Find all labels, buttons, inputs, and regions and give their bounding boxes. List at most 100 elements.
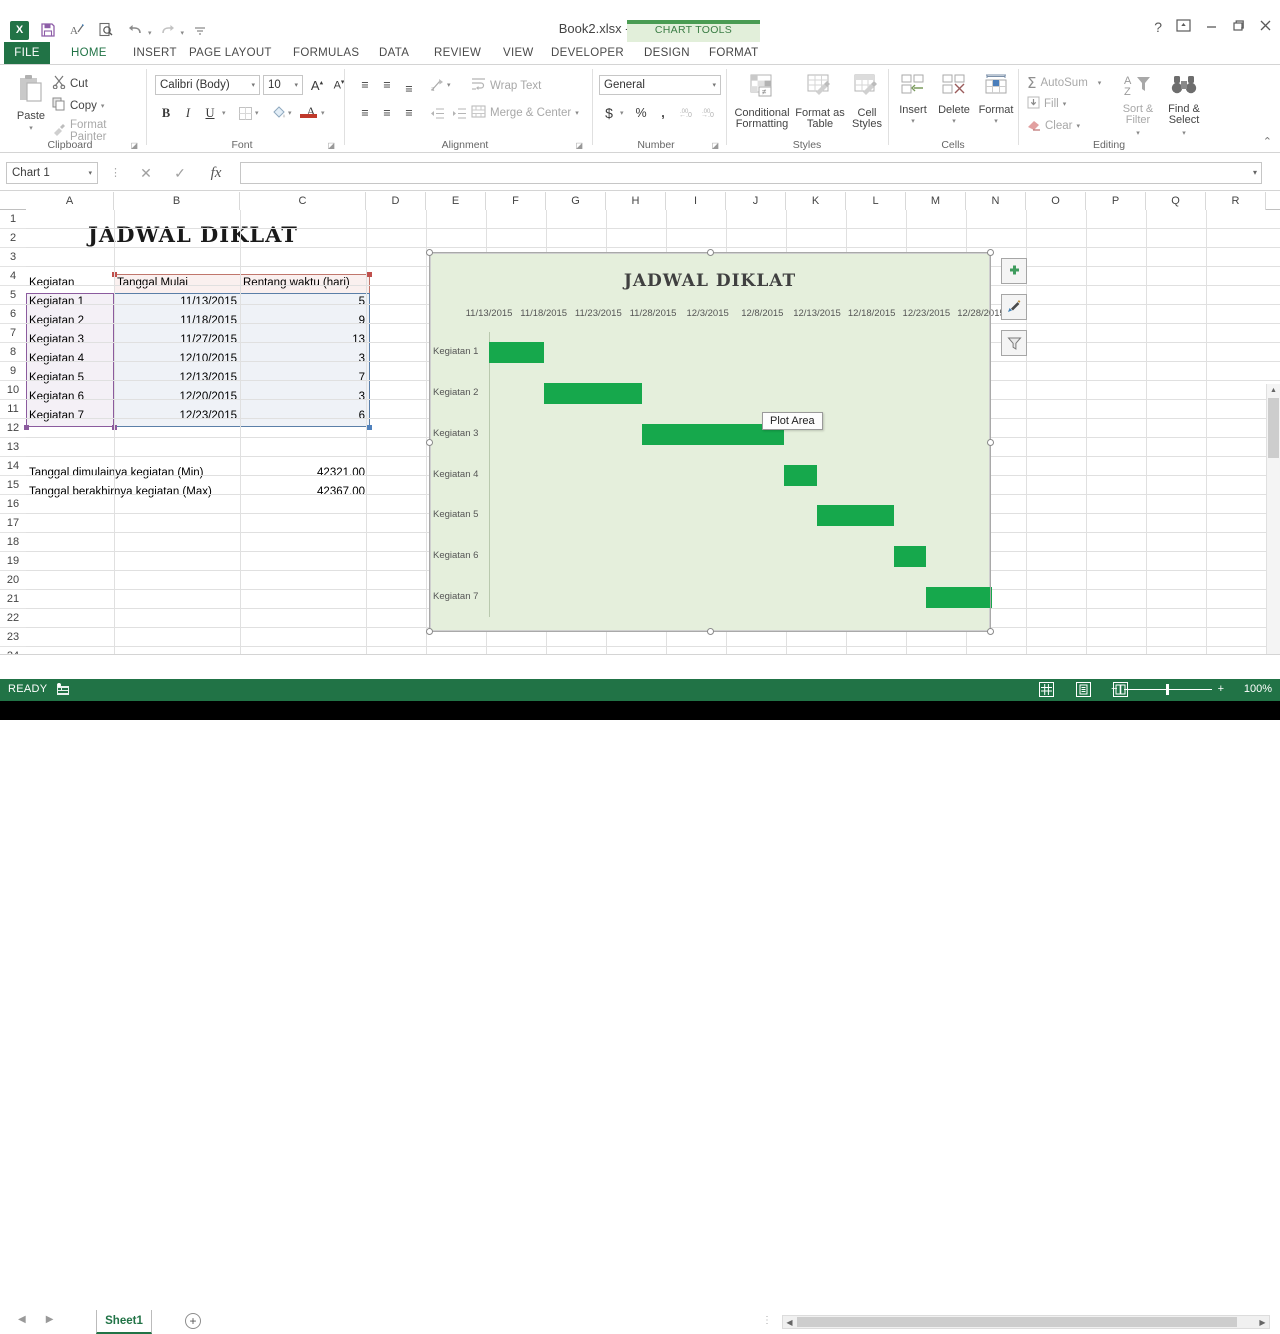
zoom-in-button[interactable]: + [1218, 683, 1224, 695]
currency-caret[interactable]: ▾ [620, 109, 624, 117]
table-header-rentang[interactable]: Rentang waktu (hari) [243, 274, 367, 293]
merge-center-caret[interactable]: ▾ [575, 109, 579, 117]
sort-filter-button[interactable]: A Z Sort & Filter ▾ [1115, 73, 1161, 140]
vertical-scroll-thumb[interactable] [1268, 398, 1279, 458]
paste-dropdown-caret[interactable]: ▾ [8, 123, 54, 135]
currency-button[interactable]: $ [599, 103, 619, 123]
cell-rentang-6[interactable]: 3 [243, 388, 365, 407]
row-header-8[interactable]: 8 [0, 343, 26, 362]
column-header-p[interactable]: P [1086, 192, 1146, 210]
horizontal-scroll-thumb[interactable] [797, 1317, 1237, 1327]
restore-icon[interactable] [1232, 19, 1245, 35]
column-header-i[interactable]: I [666, 192, 726, 210]
cell-rentang-1[interactable]: 5 [243, 293, 365, 312]
percent-button[interactable]: % [631, 103, 651, 123]
column-header-r[interactable]: R [1206, 192, 1266, 210]
zoom-control[interactable]: − + [1111, 683, 1224, 695]
sheet-title-cell[interactable]: JADWAL DIKLAT [88, 222, 298, 247]
column-header-f[interactable]: F [486, 192, 546, 210]
close-icon[interactable] [1259, 19, 1272, 35]
cancel-icon[interactable]: ✕ [134, 163, 158, 183]
column-header-m[interactable]: M [906, 192, 966, 210]
borders-caret[interactable]: ▾ [255, 109, 259, 117]
align-top-button[interactable]: ≡ [355, 75, 375, 95]
fill-color-caret[interactable]: ▾ [288, 109, 292, 117]
chart-bar[interactable] [489, 342, 544, 364]
column-header-l[interactable]: L [846, 192, 906, 210]
fill-button[interactable]: Fill ▾ [1027, 96, 1066, 112]
delete-cells-caret[interactable]: ▾ [933, 116, 975, 128]
decrease-indent-button[interactable] [427, 103, 447, 123]
collapse-ribbon-icon[interactable]: ⌃ [1263, 135, 1272, 148]
formula-input[interactable]: ▾ [240, 162, 1262, 184]
format-cells-button[interactable]: Format ▾ [975, 73, 1017, 128]
chart-object[interactable]: JADWAL DIKLAT 11/13/2015 11/18/2015 11/23/… [430, 253, 1005, 631]
sheet-tab-sheet1[interactable]: Sheet1 [96, 1310, 152, 1334]
ribbon-display-options-icon[interactable] [1176, 19, 1191, 35]
chart-filters-button[interactable] [1001, 330, 1027, 356]
row-header-21[interactable]: 21 [0, 590, 26, 609]
normal-view-button[interactable] [1039, 682, 1054, 697]
number-dialog-launcher-icon[interactable]: ◪ [711, 141, 719, 150]
row-header-23[interactable]: 23 [0, 628, 26, 647]
column-header-e[interactable]: E [426, 192, 486, 210]
row-header-10[interactable]: 10 [0, 381, 26, 400]
align-bottom-button[interactable]: ≡ [399, 79, 419, 99]
clipboard-dialog-launcher-icon[interactable]: ◪ [130, 141, 138, 150]
column-header-n[interactable]: N [966, 192, 1026, 210]
tab-chart-design[interactable]: DESIGN [635, 42, 699, 65]
orientation-caret[interactable]: ▾ [447, 81, 451, 89]
autosum-caret[interactable]: ▾ [1098, 79, 1102, 87]
chart-bar[interactable] [926, 586, 992, 608]
tab-chart-format[interactable]: FORMAT [700, 42, 768, 65]
column-header-o[interactable]: O [1026, 192, 1086, 210]
expand-formula-bar-caret[interactable]: ▾ [1253, 168, 1257, 177]
horizontal-scrollbar[interactable]: ◀ ▶ [782, 1315, 1270, 1329]
clear-caret[interactable]: ▾ [1076, 122, 1080, 130]
summary-value-min[interactable]: 42321.00 [243, 464, 365, 483]
column-header-h[interactable]: H [606, 192, 666, 210]
row-header-12[interactable]: 12 [0, 419, 26, 438]
copy-button[interactable]: Copy ▾ [52, 97, 104, 114]
tab-developer[interactable]: DEVELOPER [542, 42, 633, 65]
chart-title[interactable]: JADWAL DIKLAT [431, 271, 989, 291]
row-header-18[interactable]: 18 [0, 533, 26, 552]
delete-cells-button[interactable]: Delete ▾ [933, 73, 975, 128]
find-select-button[interactable]: Find & Select ▾ [1161, 73, 1207, 140]
underline-button[interactable]: U [200, 103, 220, 123]
summary-label-min[interactable]: Tanggal dimulainya kegiatan (Min) [29, 464, 259, 483]
chart-plot-area[interactable]: Kegiatan 1 Kegiatan 2 Kegiatan 3 Kegiatan 4… [433, 332, 992, 617]
insert-cells-button[interactable]: Insert ▾ [893, 73, 933, 128]
clear-button[interactable]: Clear ▾ [1027, 118, 1080, 134]
tab-data[interactable]: DATA [370, 42, 418, 65]
tab-formulas[interactable]: FORMULAS [284, 42, 368, 65]
row-header-6[interactable]: 6 [0, 305, 26, 324]
row-header-11[interactable]: 11 [0, 400, 26, 419]
decrease-decimal-button[interactable]: →.0.00 [699, 103, 719, 123]
summary-value-max[interactable]: 42367.00 [243, 483, 365, 502]
font-size-caret[interactable]: ▾ [294, 81, 298, 89]
row-header-20[interactable]: 20 [0, 571, 26, 590]
cell-kegiatan-3[interactable]: Kegiatan 3 [29, 331, 113, 350]
cell-kegiatan-4[interactable]: Kegiatan 4 [29, 350, 113, 369]
increase-decimal-button[interactable]: ←.0.00 [677, 103, 697, 123]
underline-caret[interactable]: ▾ [222, 109, 226, 117]
font-color-button[interactable]: A [301, 101, 321, 121]
fill-color-button[interactable] [269, 103, 289, 123]
cell-tanggal-6[interactable]: 12/20/2015 [117, 388, 237, 407]
chart-bar[interactable] [784, 464, 817, 486]
zoom-slider[interactable] [1123, 683, 1212, 695]
fill-caret[interactable]: ▾ [1063, 100, 1067, 108]
row-header-3[interactable]: 3 [0, 248, 26, 267]
row-header-4[interactable]: 4 [0, 267, 26, 286]
insert-function-icon[interactable]: fx [204, 163, 228, 183]
cell-tanggal-4[interactable]: 12/10/2015 [117, 350, 237, 369]
row-header-14[interactable]: 14 [0, 457, 26, 476]
row-header-15[interactable]: 15 [0, 476, 26, 495]
tab-file[interactable]: FILE [4, 42, 50, 65]
add-sheet-button[interactable]: + [185, 1313, 201, 1329]
chart-bar[interactable] [817, 505, 894, 527]
chart-add-element-button[interactable] [1001, 258, 1027, 284]
table-header-tanggal[interactable]: Tanggal Mulai [117, 274, 241, 293]
column-header-c[interactable]: C [240, 192, 366, 210]
